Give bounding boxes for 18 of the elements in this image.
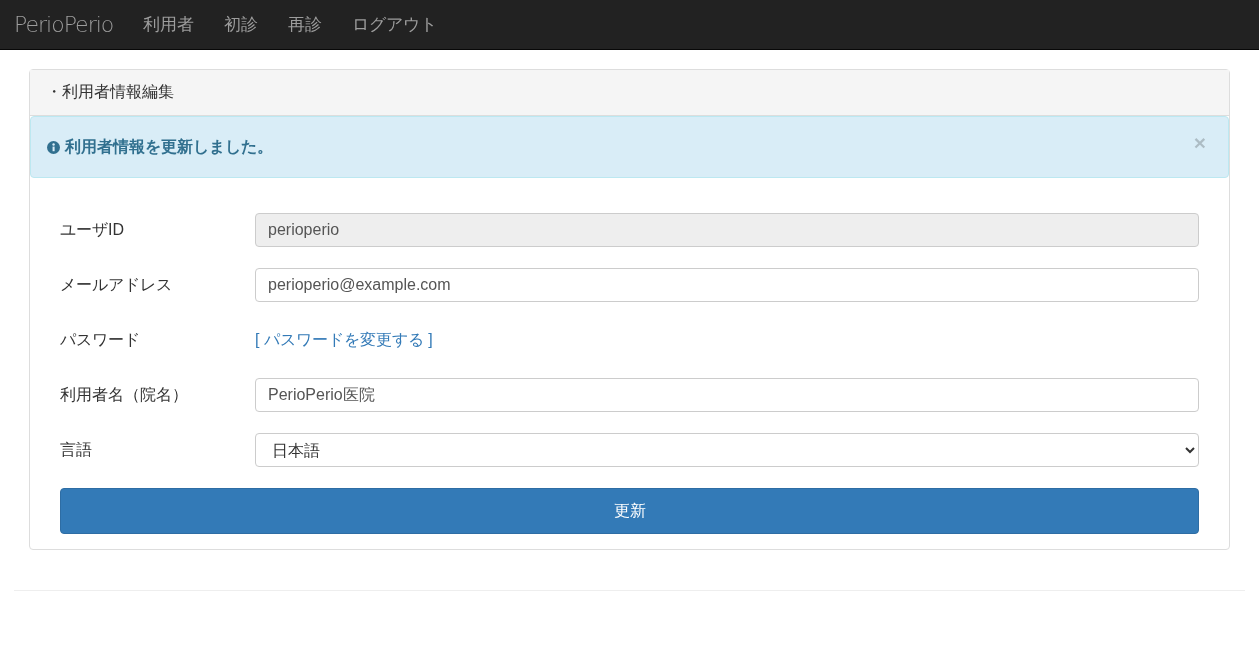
nav-link[interactable]: 初診 — [224, 13, 259, 36]
field-label: ユーザID — [60, 219, 125, 240]
panel-heading: ・利用者情報編集 — [30, 70, 1229, 116]
brand-logo[interactable]: PerioPerio — [14, 12, 114, 37]
nav-link[interactable]: ログアウト — [352, 13, 438, 36]
field-label: メールアドレス — [60, 274, 173, 295]
update-button[interactable]: 更新 — [60, 488, 1199, 534]
alert-message: 利用者情報を更新しました。 — [65, 136, 274, 157]
nav-link[interactable]: 利用者 — [143, 13, 195, 36]
info-icon — [47, 140, 60, 154]
change-password-link[interactable]: [ パスワードを変更する ] — [255, 329, 433, 351]
input-field[interactable]: perioperio@example.com — [255, 268, 1199, 302]
input-field[interactable]: PerioPerio医院 — [255, 378, 1199, 412]
nav-link[interactable]: 再診 — [288, 13, 323, 36]
language-select[interactable]: 日本語 — [255, 433, 1199, 467]
field-label: 言語 — [60, 439, 93, 460]
field-label: 利用者名（院名） — [60, 384, 189, 405]
field-label: パスワード — [60, 329, 141, 350]
